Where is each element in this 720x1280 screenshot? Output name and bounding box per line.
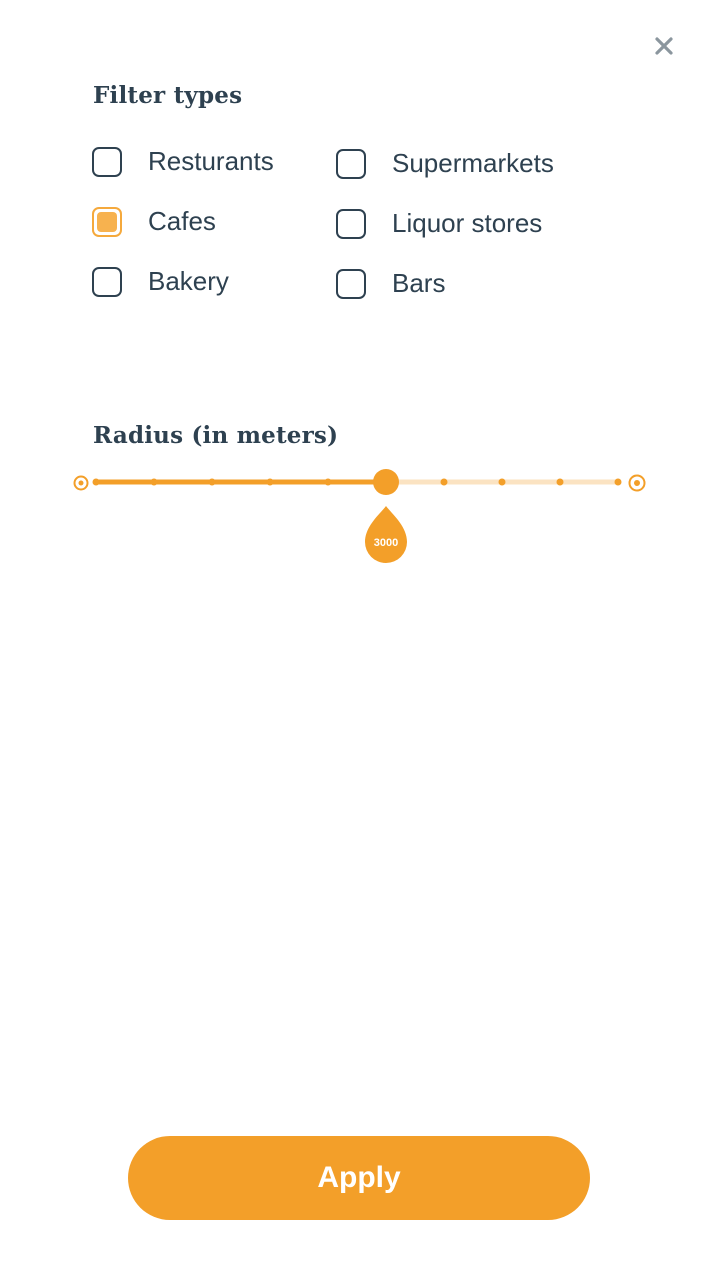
resturants-label: Resturants (148, 146, 274, 176)
liquor-stores-label: Liquor stores (392, 208, 543, 238)
cafes-label: Cafes (148, 206, 216, 236)
supermarkets-label: Supermarkets (392, 148, 554, 178)
bakery-label: Bakery (148, 266, 229, 296)
filter-option-liquor-stores[interactable]: Liquor stores (336, 208, 542, 239)
slider-tick (440, 478, 448, 486)
filter-option-bars[interactable]: Bars (336, 268, 445, 299)
bakery-checkbox[interactable] (92, 266, 122, 297)
close-button[interactable] (648, 30, 680, 62)
slider-max-icon-dot (634, 480, 640, 486)
slider-tick (556, 478, 564, 486)
slider-tick (324, 478, 332, 486)
supermarkets-checkbox[interactable] (336, 148, 366, 179)
filter-option-bakery[interactable]: Bakery (92, 266, 229, 297)
filter-option-resturants[interactable]: Resturants (92, 146, 274, 177)
slider-value-bubble (365, 506, 407, 563)
slider-tick (614, 478, 622, 486)
resturants-checkbox[interactable] (92, 146, 122, 177)
radius-slider[interactable]: 3000 (70, 460, 660, 570)
bars-label: Bars (392, 268, 446, 298)
bars-checkbox[interactable] (336, 268, 366, 299)
slider-tick (498, 478, 506, 486)
close-icon (655, 37, 673, 55)
slider-thumb[interactable] (373, 469, 399, 495)
apply-button[interactable]: Apply (128, 1136, 590, 1220)
slider-tick (208, 478, 216, 486)
slider-min-icon-dot (78, 480, 84, 486)
radius-title: Radius (in meters) (93, 422, 339, 449)
filter-option-supermarkets[interactable]: Supermarkets (336, 148, 554, 179)
slider-tick (150, 478, 158, 486)
cafes-checkbox[interactable] (92, 206, 122, 237)
radius-value-label: 3000 (374, 537, 398, 549)
liquor-stores-checkbox[interactable] (336, 208, 366, 239)
filter-types-title: Filter types (93, 82, 243, 109)
filter-option-cafes[interactable]: Cafes (92, 206, 216, 237)
slider-tick (266, 478, 274, 486)
slider-tick (92, 478, 100, 486)
